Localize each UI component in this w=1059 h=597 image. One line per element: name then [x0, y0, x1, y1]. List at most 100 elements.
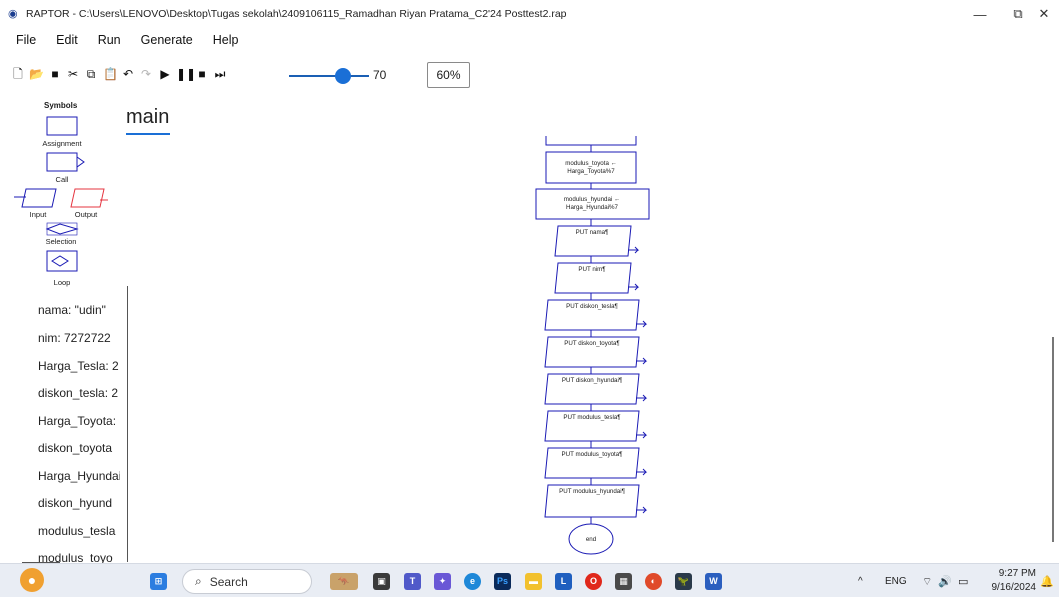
- clock-date[interactable]: 9/16/2024: [986, 582, 1037, 593]
- menu-help[interactable]: Help: [213, 33, 239, 47]
- output-box-modulus-hyundai[interactable]: [544, 484, 640, 518]
- search-icon: ⌕: [195, 574, 202, 588]
- assign-text-2a: modulus_hyundai ←: [564, 196, 620, 203]
- call-arrow-icon: [76, 156, 85, 168]
- close-button[interactable]: ✕: [1024, 0, 1059, 28]
- windows-start-icon[interactable]: ⊞: [150, 573, 167, 590]
- variable-item: Harga_Hyundai: [38, 469, 120, 483]
- output-box-nama[interactable]: [554, 225, 632, 257]
- variable-item: diskon_tesla: 2: [38, 386, 119, 400]
- zoom-value: 60%: [436, 68, 461, 82]
- output-box-diskon-toyota[interactable]: [544, 336, 640, 368]
- speed-value: 70: [373, 68, 387, 82]
- variable-item: modulus_tesla: [38, 524, 116, 538]
- output-arrow-icon: [636, 320, 648, 328]
- language-indicator[interactable]: ENG: [885, 576, 907, 587]
- output-box-modulus-toyota[interactable]: [544, 447, 640, 479]
- output-box-diskon-hyundai[interactable]: [544, 373, 640, 405]
- assign-text-1a: modulus_toyota ←: [565, 160, 617, 167]
- teams-icon[interactable]: T: [404, 573, 421, 590]
- zoom-select[interactable]: 60%: [427, 62, 470, 88]
- stop-icon[interactable]: ■: [195, 67, 209, 81]
- edge-icon[interactable]: e: [464, 573, 481, 590]
- opera-icon[interactable]: O: [585, 573, 602, 590]
- word-icon[interactable]: W: [705, 573, 722, 590]
- output-arrow-icon: [628, 283, 640, 291]
- loop-label: Loop: [53, 278, 71, 287]
- redo-icon[interactable]: ↷: [139, 67, 153, 81]
- play-icon[interactable]: ▶: [158, 67, 172, 81]
- output-arrow-icon: [636, 357, 648, 365]
- assignment-label: Assignment: [42, 139, 82, 148]
- assignment-box-modulus-hyundai[interactable]: [535, 188, 650, 220]
- volume-icon[interactable]: 🔊: [938, 575, 952, 588]
- call-symbol[interactable]: [46, 152, 78, 172]
- clock-time[interactable]: 9:27 PM: [990, 568, 1036, 579]
- speed-slider-track[interactable]: [289, 75, 369, 77]
- chrome-icon[interactable]: ◐: [645, 573, 662, 590]
- variable-item: nim: 7272722: [38, 331, 111, 345]
- output-box-modulus-tesla[interactable]: [544, 410, 640, 442]
- selection-label: Selection: [45, 237, 77, 246]
- file-explorer-icon[interactable]: ▬: [525, 573, 542, 590]
- pause-icon[interactable]: ❚❚: [176, 67, 196, 81]
- variable-item: nama: "udin": [38, 303, 106, 317]
- search-placeholder: Search: [209, 574, 248, 589]
- input-label: Input: [29, 210, 47, 219]
- output-text: PUT modulus_tesla¶: [563, 414, 621, 421]
- output-text: PUT modulus_toyota¶: [562, 451, 624, 458]
- task-view-icon[interactable]: ▣: [373, 573, 390, 590]
- notification-bell-icon[interactable]: 🔔: [1040, 575, 1054, 588]
- battery-icon[interactable]: ▭: [958, 575, 968, 588]
- tab-main[interactable]: main: [126, 106, 169, 129]
- wifi-icon[interactable]: ⌔: [922, 575, 932, 589]
- step-icon[interactable]: ⏭: [213, 67, 227, 81]
- copilot-icon[interactable]: ✦: [434, 573, 451, 590]
- output-label: Output: [74, 210, 98, 219]
- kangaroo-icon[interactable]: 🦘: [330, 573, 358, 590]
- watch-divider: [127, 286, 128, 562]
- output-text: PUT diskon_hyundai¶: [562, 377, 623, 384]
- output-arrow-icon: [636, 468, 648, 476]
- output-box-diskon-tesla[interactable]: [544, 299, 640, 331]
- selection-symbol[interactable]: [45, 223, 79, 235]
- title-bar: ◉ RAPTOR - C:\Users\LENOVO\Desktop\Tugas…: [0, 0, 1059, 28]
- toolbar: 🗋 📂 ■ ✂ ⧉ 📋 ↶ ↷ ▶ ❚❚ ■ ⏭: [0, 58, 1059, 92]
- partial-flowchart-box[interactable]: [545, 136, 637, 146]
- output-box-nim[interactable]: [554, 262, 632, 294]
- l-app-icon[interactable]: L: [555, 573, 572, 590]
- output-arrow-icon: [628, 246, 640, 254]
- minimize-button[interactable]: —: [960, 0, 1000, 28]
- output-arrow-icon: [636, 506, 648, 514]
- output-symbol[interactable]: [70, 188, 105, 208]
- output-arrow-icon: [636, 394, 648, 402]
- output-text: PUT nim¶: [578, 266, 606, 273]
- assignment-box-modulus-toyota[interactable]: [545, 151, 637, 184]
- variable-item: diskon_toyota: [38, 441, 113, 455]
- assign-text-2b: Harga_Hyundai%7: [566, 204, 618, 211]
- variable-item: diskon_hyund: [38, 496, 113, 510]
- variable-item: Harga_Toyota:: [38, 414, 117, 428]
- menu-bar: File Edit Run Generate Help: [0, 28, 1059, 52]
- taskbar: ● ⊞ ⌕ Search 🦘 ▣ T ✦ e Ps ▬ L O ▦ ◐ 🦖 W …: [0, 563, 1059, 597]
- call-label: Call: [55, 175, 69, 184]
- raptor-taskbar-icon[interactable]: 🦖: [675, 573, 692, 590]
- search-input[interactable]: ⌕ Search: [182, 569, 312, 594]
- speed-slider-thumb[interactable]: [335, 68, 351, 84]
- assignment-symbol[interactable]: [46, 116, 78, 136]
- widgets-icon[interactable]: ●: [20, 568, 44, 592]
- variable-item: Harga_Tesla: 2: [38, 359, 119, 373]
- photoshop-icon[interactable]: Ps: [494, 573, 511, 590]
- vertical-scrollbar[interactable]: [1052, 337, 1054, 542]
- output-text: PUT diskon_toyota¶: [564, 340, 620, 347]
- output-text: PUT diskon_tesla¶: [566, 303, 618, 310]
- input-symbol[interactable]: [21, 188, 57, 208]
- output-text: PUT modulus_hyundai¶: [559, 488, 625, 495]
- tab-main-underline: [126, 133, 170, 135]
- output-text: PUT nama¶: [576, 229, 609, 236]
- assign-text-1b: Harga_Toyota%7: [567, 168, 615, 175]
- store-icon[interactable]: ▦: [615, 573, 632, 590]
- menu-generate[interactable]: Generate: [141, 33, 193, 47]
- end-oval[interactable]: [568, 523, 614, 555]
- tray-chevron-icon[interactable]: ^: [858, 576, 863, 587]
